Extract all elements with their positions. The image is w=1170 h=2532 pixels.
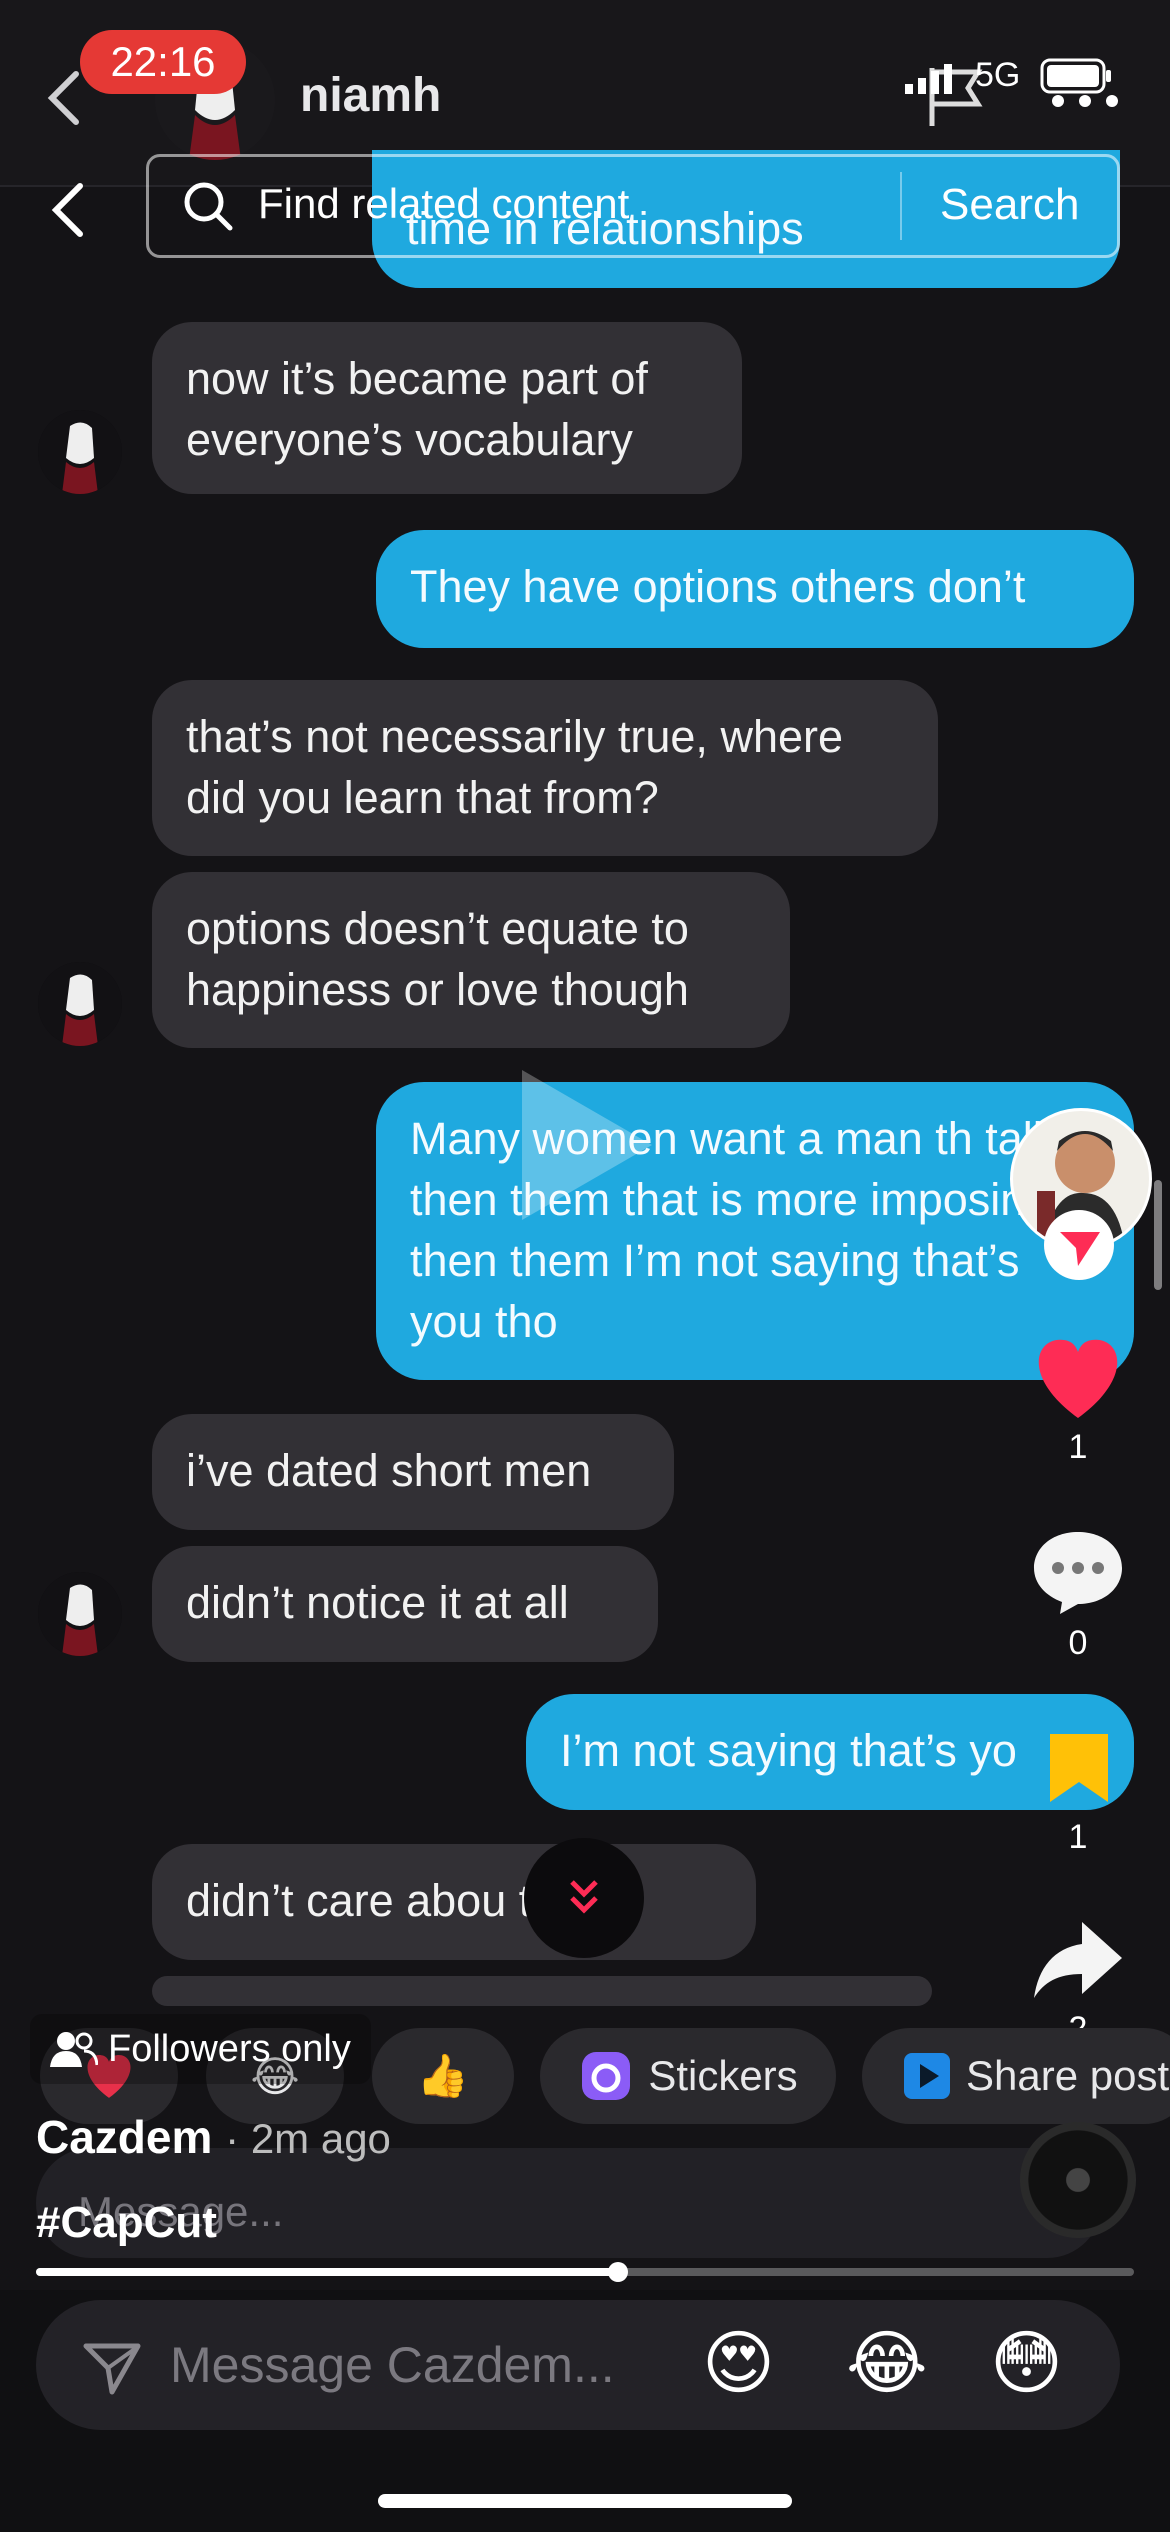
signal-icon bbox=[905, 64, 952, 94]
message-bubble-received: that’s not necessarily true, where did y… bbox=[152, 680, 938, 856]
flushed-emoji-button[interactable]: 😳 bbox=[990, 2322, 1063, 2404]
back-icon[interactable] bbox=[48, 180, 88, 240]
comment-icon[interactable] bbox=[1032, 1528, 1124, 1616]
message-text: options doesn’t equate to happiness or l… bbox=[186, 903, 689, 1015]
users-icon bbox=[50, 2032, 98, 2067]
contact-avatar bbox=[38, 410, 122, 494]
comment-count: 0 bbox=[1068, 1624, 1088, 1662]
share-post-button[interactable]: Share post bbox=[862, 2028, 1170, 2124]
send-icon bbox=[1060, 1232, 1100, 1266]
follow-badge[interactable] bbox=[1044, 1210, 1114, 1280]
contact-name: niamh bbox=[300, 69, 442, 122]
share-icon[interactable] bbox=[1032, 1918, 1124, 2002]
music-disc-icon[interactable] bbox=[1020, 2122, 1136, 2238]
play-icon[interactable] bbox=[512, 1060, 662, 1230]
post-time: · 2m ago bbox=[225, 2115, 391, 2162]
author-line: Cazdem · 2m ago bbox=[36, 2110, 391, 2164]
progress-handle[interactable] bbox=[607, 2262, 628, 2282]
message-text: now it’s became part of everyone’s vocab… bbox=[186, 353, 648, 465]
message-bubble-received: didn’t care abou t all bbox=[152, 1844, 756, 1960]
double-chevron-down-icon bbox=[570, 1880, 598, 1914]
play-square-icon bbox=[904, 2053, 950, 2099]
divider bbox=[900, 172, 902, 240]
message-bubble-sent: Many women want a man th taller then the… bbox=[376, 1082, 1134, 1380]
message-bubble-received: now it’s became part of everyone’s vocab… bbox=[152, 322, 742, 494]
sticker-icon bbox=[582, 2052, 631, 2100]
hashtag-link[interactable]: #CapCut bbox=[36, 2198, 217, 2248]
network-label: 5G bbox=[975, 56, 1021, 94]
message-bubble-sent: I’m not saying that’s yo bbox=[526, 1694, 1134, 1810]
visibility-label: Followers only bbox=[108, 2027, 351, 2070]
thumbs-up-icon: 👍 bbox=[416, 2051, 470, 2099]
message-text: I’m not saying that’s yo bbox=[560, 1725, 1017, 1776]
message-placeholder: Message Cazdem... bbox=[170, 2337, 615, 2393]
message-bubble-received: i’ve dated short men bbox=[152, 1414, 674, 1530]
author-name[interactable]: Cazdem bbox=[36, 2111, 212, 2163]
send-icon[interactable] bbox=[82, 2336, 142, 2396]
message-text: i’ve dated short men bbox=[186, 1445, 592, 1496]
search-placeholder: Find related content bbox=[258, 180, 630, 227]
save-count: 1 bbox=[1068, 1818, 1088, 1856]
battery-icon bbox=[1040, 58, 1111, 94]
laughing-emoji-button[interactable]: 😂 bbox=[846, 2322, 928, 2404]
heart-icon[interactable] bbox=[1032, 1336, 1124, 1420]
stickers-button[interactable]: Stickers bbox=[540, 2028, 836, 2124]
like-count: 1 bbox=[1068, 1428, 1088, 1466]
search-icon bbox=[184, 182, 233, 231]
scrollbar[interactable] bbox=[1154, 1180, 1162, 1290]
message-bubble-received: didn’t notice it at all bbox=[152, 1546, 658, 1662]
status-time: 22:16 bbox=[80, 30, 246, 94]
message-text: that’s not necessarily true, where did y… bbox=[186, 711, 844, 823]
stickers-label: Stickers bbox=[648, 2052, 798, 2099]
message-text: Many women want a man th taller then the… bbox=[410, 1113, 1083, 1347]
contact-avatar bbox=[38, 1572, 122, 1656]
message-bubble-sent: They have options others don’t bbox=[376, 530, 1134, 648]
chevron-left-icon[interactable] bbox=[44, 68, 84, 128]
contact-avatar bbox=[38, 962, 122, 1046]
reaction-thumbs-up-button[interactable]: 👍 bbox=[372, 2028, 514, 2124]
share-post-label: Share post bbox=[966, 2052, 1170, 2099]
message-text: didn’t notice it at all bbox=[186, 1577, 569, 1628]
visibility-badge: Followers only bbox=[30, 2014, 371, 2084]
message-bubble-received bbox=[152, 1976, 932, 2006]
home-indicator bbox=[378, 2494, 792, 2508]
search-button[interactable]: Search bbox=[940, 180, 1079, 230]
more-icon[interactable] bbox=[1050, 94, 1120, 108]
heart-eyes-emoji-button[interactable]: 😍 bbox=[702, 2322, 775, 2404]
progress-fill bbox=[36, 2268, 618, 2276]
bookmark-icon[interactable] bbox=[1044, 1730, 1114, 1806]
scroll-down-button[interactable] bbox=[524, 1838, 644, 1958]
message-text: They have options others don’t bbox=[410, 561, 1026, 612]
message-bubble-received: options doesn’t equate to happiness or l… bbox=[152, 872, 790, 1048]
